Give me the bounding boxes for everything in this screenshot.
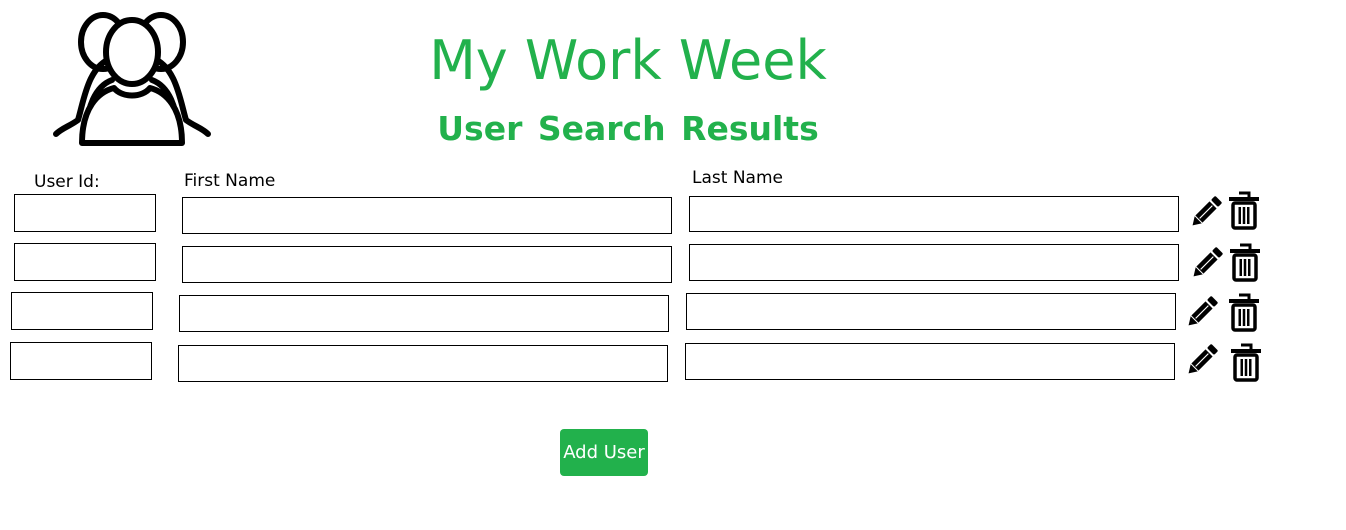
trash-icon[interactable] (1226, 190, 1262, 230)
pencil-icon[interactable] (1188, 192, 1224, 232)
user-id-field[interactable] (14, 194, 156, 232)
first-name-field[interactable] (182, 197, 672, 234)
pencil-icon[interactable] (1184, 340, 1220, 380)
user-id-field[interactable] (11, 292, 153, 330)
first-name-column-label: First Name (184, 171, 276, 191)
trash-icon[interactable] (1228, 342, 1264, 382)
last-name-field[interactable] (686, 293, 1176, 330)
page-title: My Work Week (429, 29, 827, 92)
last-name-field[interactable] (685, 343, 1175, 380)
last-name-field[interactable] (689, 196, 1179, 232)
users-group-icon (53, 12, 211, 146)
last-name-field[interactable] (689, 244, 1179, 281)
pencil-icon[interactable] (1184, 292, 1220, 332)
page-subtitle: User Search Results (437, 109, 819, 148)
first-name-field[interactable] (179, 295, 669, 332)
first-name-field[interactable] (182, 246, 672, 283)
user-id-field[interactable] (10, 342, 152, 380)
last-name-column-label: Last Name (692, 168, 783, 188)
trash-icon[interactable] (1226, 292, 1262, 332)
user-id-column-label: User Id: (34, 172, 100, 192)
first-name-field[interactable] (178, 345, 668, 382)
add-user-button[interactable]: Add User (560, 429, 648, 476)
trash-icon[interactable] (1227, 242, 1263, 282)
pencil-icon[interactable] (1189, 243, 1225, 283)
user-id-field[interactable] (14, 243, 156, 281)
